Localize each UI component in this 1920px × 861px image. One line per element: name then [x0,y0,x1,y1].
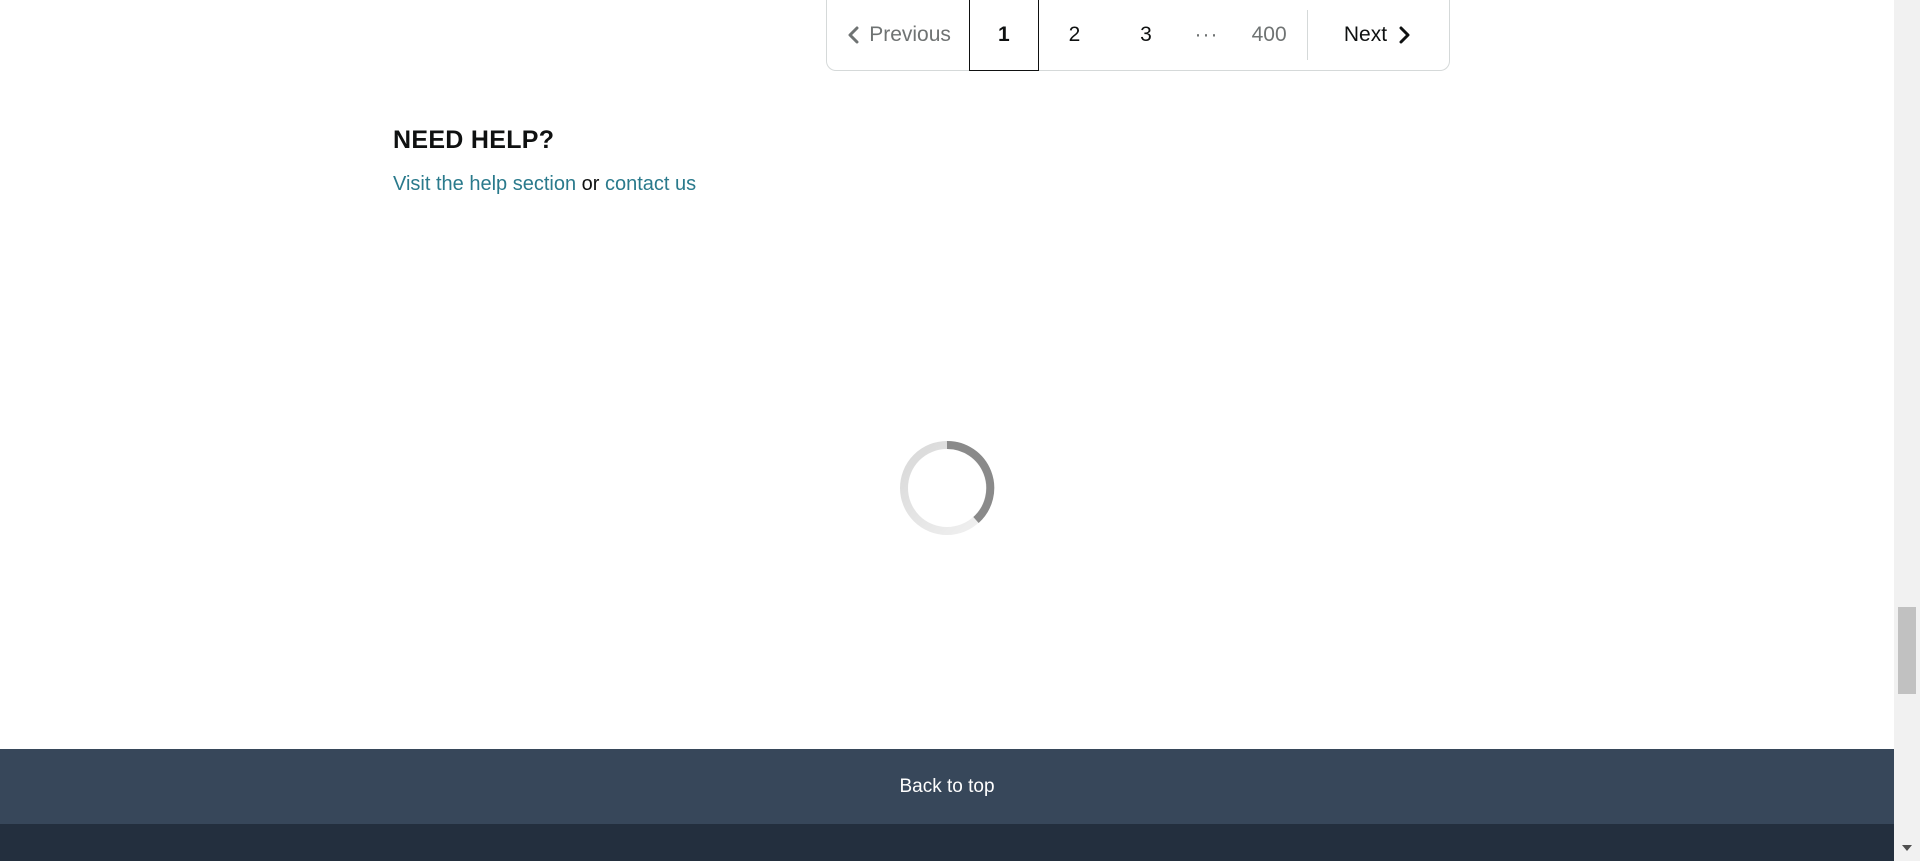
loading-spinner-icon [900,440,995,535]
need-help-section: NEED HELP? Visit the help section or con… [393,126,696,196]
help-section-link[interactable]: Visit the help section [393,173,576,195]
need-help-title: NEED HELP? [393,126,555,154]
scroll-down-arrow-icon[interactable] [1900,842,1914,854]
page-current[interactable]: 1 [969,0,1039,71]
help-text: Visit the help section or contact us [393,173,696,196]
page-link-3[interactable]: 3 [1110,0,1182,71]
previous-label: Previous [869,23,951,46]
help-connector: or [576,173,605,195]
footer-nav-band [0,824,1894,861]
page-link-last: 400 [1251,23,1287,46]
page-link-2[interactable]: 2 [1039,0,1111,71]
contact-us-link[interactable]: contact us [605,173,696,195]
chevron-left-icon [848,26,859,44]
page-scrollbar[interactable] [1894,0,1920,861]
chevron-right-icon [1399,26,1410,44]
page: Previous 1 2 3 ··· 400 Next NEED HELP? V… [0,0,1894,861]
back-to-top-label: Back to top [899,775,995,797]
next-label: Next [1343,23,1388,46]
pagination-ellipsis: ··· [1194,23,1219,46]
next-page-button[interactable]: Next [1308,0,1449,71]
scrollbar-thumb[interactable] [1898,607,1916,694]
pagination: Previous 1 2 3 ··· 400 Next [826,0,1450,71]
back-to-top-button[interactable]: Back to top [0,749,1894,824]
previous-page-button[interactable]: Previous [827,0,969,71]
